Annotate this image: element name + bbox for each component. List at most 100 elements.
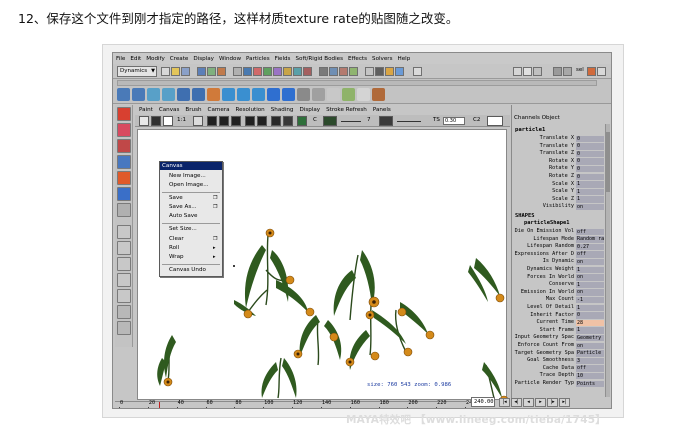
layout-two-pane-icon[interactable] — [117, 257, 131, 271]
channel-row[interactable]: Lifespan Random 0.27 — [512, 243, 611, 251]
menu-create[interactable]: Create — [170, 56, 189, 62]
paint-tool-icon[interactable] — [117, 203, 131, 217]
panel-menu-camera[interactable]: Camera — [208, 107, 230, 113]
channel-value[interactable]: -1 — [576, 296, 604, 304]
menu-item-save[interactable]: Save — [169, 195, 183, 201]
channel-value[interactable]: Points — [576, 380, 604, 388]
channel-row[interactable]: Particle Render Typ Points — [512, 380, 611, 388]
shelf-poly-cone-icon[interactable] — [267, 88, 280, 101]
channel-value[interactable]: 1 — [576, 327, 604, 334]
channel-value[interactable]: 10 — [576, 372, 604, 380]
channel-row[interactable]: Lifespan ModeRandom ran — [512, 236, 611, 244]
play-forward-button[interactable]: ▸ — [535, 398, 546, 407]
white-canvas-icon[interactable] — [163, 116, 173, 126]
option-box-icon[interactable]: ❐ — [213, 236, 217, 242]
selection-mode-icon[interactable] — [587, 67, 596, 76]
menu-item-new-image[interactable]: New Image... — [169, 173, 206, 179]
channel-row[interactable]: Enforce Count From on — [512, 342, 611, 350]
snap-curve-icon[interactable] — [329, 67, 338, 76]
color-swatch[interactable] — [323, 116, 337, 126]
channel-box-scrollbar[interactable] — [605, 124, 610, 397]
channel-value[interactable]: Random ran — [576, 236, 604, 243]
menu-file[interactable]: File — [116, 56, 125, 62]
shelf-plane-icon[interactable] — [177, 88, 190, 101]
channel-box-object-name[interactable]: particle1 — [515, 127, 545, 133]
shelf-emitter-icon[interactable] — [327, 88, 340, 101]
shelf-group-icon[interactable] — [372, 88, 385, 101]
channel-row[interactable]: Die On Emission Vol off — [512, 228, 611, 236]
render-icon[interactable] — [375, 67, 384, 76]
menu-help[interactable]: Help — [398, 56, 411, 62]
play-back-button[interactable]: ◂ — [523, 398, 534, 407]
shelf-cv-curve-icon[interactable] — [207, 88, 220, 101]
channel-row[interactable]: Input Geometry SpacGeometry L — [512, 334, 611, 342]
diagonal-icon[interactable] — [297, 116, 307, 126]
snapshot-icon[interactable] — [193, 116, 203, 126]
channel-value[interactable]: 1 — [576, 188, 604, 196]
channel-row[interactable]: Forces In World on — [512, 274, 611, 282]
channel-row[interactable]: Scale Y1 — [512, 188, 611, 196]
panel-menu-display[interactable]: Display — [299, 107, 320, 113]
channel-value[interactable]: 0 — [576, 135, 604, 143]
channel-value[interactable]: Geometry L — [576, 334, 604, 342]
save-canvas-icon[interactable] — [245, 116, 255, 126]
mask-deformations-icon[interactable] — [273, 67, 282, 76]
channel-value[interactable]: on — [576, 342, 604, 350]
history-icon[interactable] — [365, 67, 374, 76]
channel-box-menu[interactable]: Channels Object — [514, 115, 560, 121]
shelf-camera-icon[interactable] — [297, 88, 310, 101]
snap-point-icon[interactable] — [339, 67, 348, 76]
ts-input[interactable]: 0.30 — [443, 117, 465, 125]
brush-icon[interactable] — [139, 116, 149, 126]
channel-value[interactable]: 0.27 — [576, 243, 604, 251]
shelf-torus-icon[interactable] — [192, 88, 205, 101]
channel-value[interactable]: on — [576, 258, 604, 266]
step-back-button[interactable]: ◂| — [511, 398, 522, 407]
channel-value-current-time[interactable]: 28 — [576, 319, 604, 327]
manipulator-tool-icon[interactable] — [117, 187, 131, 201]
channel-value[interactable]: 3 — [576, 357, 604, 365]
mask-dynamics-icon[interactable] — [283, 67, 292, 76]
mask-rendering-icon[interactable] — [293, 67, 302, 76]
mask-misc-icon[interactable] — [303, 67, 312, 76]
menu-item-canvas-undo[interactable]: Canvas Undo — [169, 267, 206, 273]
time-slider[interactable]: 020406080100120140160180200220240 — [115, 400, 475, 408]
channel-row[interactable]: Translate X0 — [512, 135, 611, 143]
channel-value[interactable]: 1 — [576, 281, 604, 289]
mask-joints-icon[interactable] — [243, 67, 252, 76]
channel-value[interactable]: 0 — [576, 312, 604, 319]
shelf-light-icon[interactable] — [312, 88, 325, 101]
channel-row[interactable]: Trace Depth 10 — [512, 372, 611, 380]
channel-row[interactable]: Dynamics Weight 1 — [512, 266, 611, 274]
channel-value[interactable]: 1 — [576, 196, 604, 203]
panel-menu-brush[interactable]: Brush — [185, 107, 201, 113]
menu-display[interactable]: Display — [193, 56, 214, 62]
menu-modify[interactable]: Modify — [146, 56, 165, 62]
display-icon[interactable] — [231, 116, 241, 126]
shelf-poly-sphere-icon[interactable] — [222, 88, 235, 101]
channel-value[interactable]: Particle L — [576, 350, 604, 357]
channel-row[interactable]: Scale X1 — [512, 181, 611, 189]
color-slider[interactable] — [341, 121, 361, 122]
layout-single-icon[interactable] — [553, 67, 562, 76]
mask-curves-icon[interactable] — [253, 67, 262, 76]
channel-row[interactable]: Conserve 1 — [512, 281, 611, 289]
channel-row[interactable]: Translate Z0 — [512, 150, 611, 158]
select-hierarchy-icon[interactable] — [197, 67, 206, 76]
grid-icon[interactable] — [271, 116, 281, 126]
channel-value[interactable]: 0 — [576, 150, 604, 158]
select-component-icon[interactable] — [217, 67, 226, 76]
channel-icon[interactable] — [283, 116, 293, 126]
menu-solvers[interactable]: Solvers — [372, 56, 393, 62]
channel-value[interactable]: 1 — [576, 304, 604, 312]
channel-row[interactable]: Is Dynamic on — [512, 258, 611, 266]
channel-value[interactable]: 0 — [576, 165, 604, 173]
shelf-hypershade-icon[interactable] — [357, 88, 370, 101]
shelf-tab-strip[interactable] — [117, 80, 597, 86]
menu-fields[interactable]: Fields — [275, 56, 291, 62]
channel-value[interactable]: on — [576, 203, 604, 211]
channel-value[interactable]: 1 — [576, 181, 604, 188]
scale-tool-icon[interactable] — [117, 171, 131, 185]
layout-four-pane-icon[interactable] — [117, 241, 131, 255]
selection-options-icon[interactable] — [597, 67, 606, 76]
